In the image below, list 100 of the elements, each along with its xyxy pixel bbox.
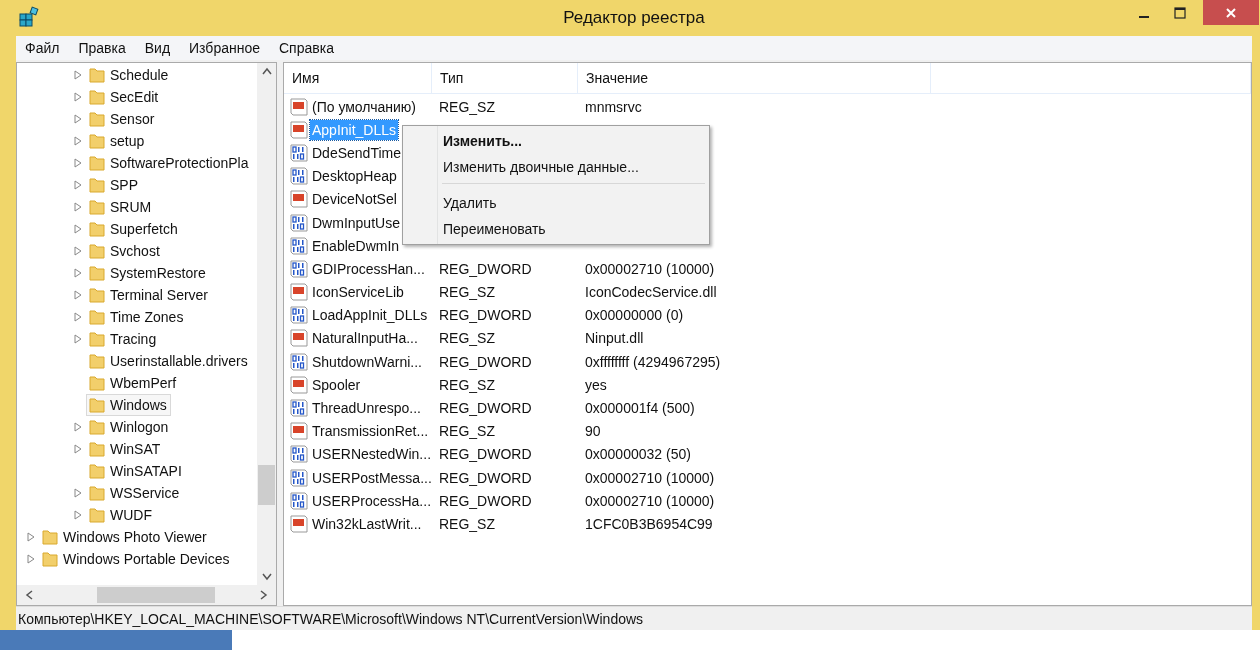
table-cell: mnmsrvc [585,98,642,115]
tree-item[interactable]: Sensor [86,108,159,130]
tree-item[interactable]: SoftwareProtectionPla [86,152,253,174]
table-cell[interactable]: IconServiceLib [310,282,406,303]
expand-arrow-icon[interactable] [27,532,35,542]
tree-item[interactable]: WinSAT [86,438,165,460]
menu-item[interactable]: Справка [279,40,334,56]
tree-item[interactable]: Winlogon [86,416,173,438]
column-header[interactable]: Тип [432,63,578,93]
expand-arrow-icon[interactable] [74,334,82,344]
context-menu-item[interactable]: Удалить [405,190,707,216]
expand-arrow-icon[interactable] [74,510,82,520]
string-value-icon [290,190,308,209]
tree-item[interactable]: SPP [86,174,142,196]
folder-icon [88,308,106,326]
tree-item[interactable]: Userinstallable.drivers [86,350,252,372]
string-value-icon [290,120,308,139]
table-cell[interactable]: NaturalInputHa... [310,328,420,349]
menu-item[interactable]: Избранное [189,40,260,56]
context-menu-item[interactable]: Переименовать [405,216,707,242]
cubes-icon [18,6,40,28]
expand-arrow-icon[interactable] [74,158,82,168]
folder-icon [88,88,106,106]
expand-arrow-icon[interactable] [74,488,82,498]
string-value-icon [290,422,308,441]
tree-item[interactable]: WinSATAPI [86,460,186,482]
expand-arrow-icon[interactable] [74,444,82,454]
table-cell[interactable]: DeviceNotSel [310,189,399,210]
folder-icon [88,330,106,348]
tree-item[interactable]: setup [86,130,149,152]
table-cell[interactable]: Win32kLastWrit... [310,513,424,534]
expand-arrow-icon[interactable] [74,246,82,256]
tree-item[interactable]: SecEdit [86,86,163,108]
expand-arrow-icon[interactable] [74,422,82,432]
vertical-scrollbar[interactable] [257,63,276,585]
binary-value-icon [290,259,308,278]
table-cell[interactable]: TransmissionRet... [310,421,431,442]
table-cell: REG_SZ [439,376,495,393]
expand-arrow-icon[interactable] [74,268,82,278]
tree-item[interactable]: Terminal Server [86,284,213,306]
maximize-icon [1174,6,1186,19]
expand-arrow-icon[interactable] [74,180,82,190]
tree-item[interactable]: Schedule [86,64,173,86]
horizontal-scrollbar[interactable] [17,585,276,605]
column-header[interactable]: Значение [578,63,931,93]
tree-item[interactable]: Svchost [86,240,164,262]
close-button[interactable] [1203,0,1259,25]
tree-item[interactable]: Tracing [86,328,161,350]
table-cell: REG_DWORD [439,260,532,277]
context-menu-item[interactable]: Изменить двоичные данные... [405,154,707,180]
table-cell[interactable]: USERProcessHa... [310,490,434,511]
tree-item[interactable]: Superfetch [86,218,182,240]
expand-arrow-icon[interactable] [74,70,82,80]
table-cell[interactable]: ShutdownWarni... [310,351,424,372]
expand-arrow-icon[interactable] [74,114,82,124]
table-cell[interactable]: EnableDwmIn [310,235,402,256]
expand-arrow-icon[interactable] [74,92,82,102]
table-cell[interactable]: DwmInputUse [310,212,402,233]
string-value-icon [290,375,308,394]
column-header[interactable]: Имя [284,63,432,93]
tree-item[interactable]: WSService [86,482,184,504]
expand-arrow-icon[interactable] [74,224,82,234]
table-cell: 0x00002710 (10000) [585,492,715,509]
folder-icon [88,132,106,150]
scrollbar-thumb[interactable] [97,587,215,603]
tree-item[interactable]: Windows Photo Viewer [39,526,211,548]
tree-item[interactable]: WbemPerf [86,372,181,394]
tree-item[interactable]: Windows Portable Devices [39,548,234,570]
table-cell[interactable]: USERPostMessa... [310,467,434,488]
binary-value-icon [290,445,308,464]
folder-icon [88,506,106,524]
table-cell[interactable]: DesktopHeap [310,166,399,187]
folder-icon [88,396,106,414]
table-cell[interactable]: (По умолчанию) [310,96,418,117]
table-cell[interactable]: USERNestedWin... [310,444,434,465]
expand-arrow-icon[interactable] [74,202,82,212]
binary-value-icon [290,167,308,186]
expand-arrow-icon[interactable] [74,312,82,322]
tree-item[interactable]: Time Zones [86,306,188,328]
table-cell[interactable]: GDIProcessHan... [310,258,427,279]
tree-item[interactable]: WUDF [86,504,156,526]
table-cell[interactable]: DdeSendTime [310,142,403,163]
tree-item[interactable]: SystemRestore [86,262,210,284]
menu-item[interactable]: Правка [78,40,126,56]
binary-value-icon [290,468,308,487]
context-menu-item[interactable]: Изменить... [405,128,707,154]
table-cell[interactable]: ThreadUnrespo... [310,398,423,419]
menu-item[interactable]: Вид [144,40,171,56]
binary-value-icon [290,236,308,255]
expand-arrow-icon[interactable] [27,554,35,564]
tree-item[interactable]: SRUM [86,196,156,218]
expand-arrow-icon[interactable] [74,290,82,300]
folder-icon [88,154,106,172]
table-cell[interactable]: LoadAppInit_DLLs [310,305,430,326]
tree-item[interactable]: Windows [86,394,171,416]
scrollbar-thumb[interactable] [258,465,275,505]
menu-item[interactable]: Файл [25,40,60,56]
table-cell: 0x00000000 (0) [585,307,684,324]
table-cell[interactable]: Spooler [310,374,363,395]
expand-arrow-icon[interactable] [74,136,82,146]
